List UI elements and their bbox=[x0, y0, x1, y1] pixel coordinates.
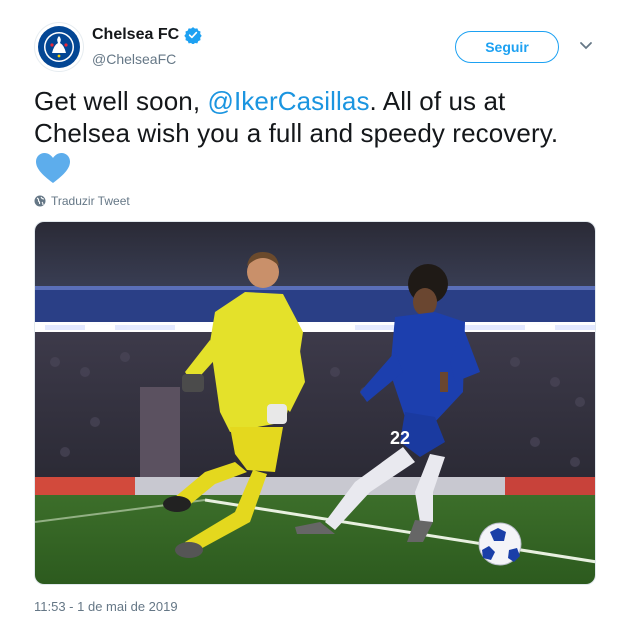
translate-label[interactable]: Traduzir Tweet bbox=[51, 194, 130, 208]
football-photo: 22 bbox=[35, 222, 595, 584]
globe-icon bbox=[34, 195, 46, 207]
tweet-timestamp[interactable]: 11:53 - 1 de mai de 2019 bbox=[34, 599, 178, 614]
avatar[interactable] bbox=[34, 22, 84, 72]
account-name-row[interactable]: Chelsea FC bbox=[92, 26, 202, 44]
account-handle[interactable]: @ChelseaFC bbox=[92, 51, 176, 67]
tweet-text: Get well soon, @IkerCasillas. All of us … bbox=[34, 85, 604, 149]
shirt-number: 22 bbox=[390, 428, 410, 448]
chelsea-crest-icon bbox=[36, 24, 82, 70]
blue-heart-icon bbox=[36, 153, 70, 183]
verified-badge-icon bbox=[184, 27, 202, 44]
translate-tweet-link[interactable]: Traduzir Tweet bbox=[34, 194, 130, 208]
mention-link[interactable]: @IkerCasillas bbox=[207, 86, 369, 116]
follow-button[interactable]: Seguir bbox=[455, 31, 559, 63]
display-name[interactable]: Chelsea FC bbox=[92, 26, 179, 44]
football bbox=[478, 522, 522, 566]
tweet-text-part: Get well soon, bbox=[34, 86, 208, 116]
chevron-down-icon[interactable] bbox=[578, 40, 594, 52]
tweet-photo[interactable]: 22 bbox=[34, 221, 596, 585]
